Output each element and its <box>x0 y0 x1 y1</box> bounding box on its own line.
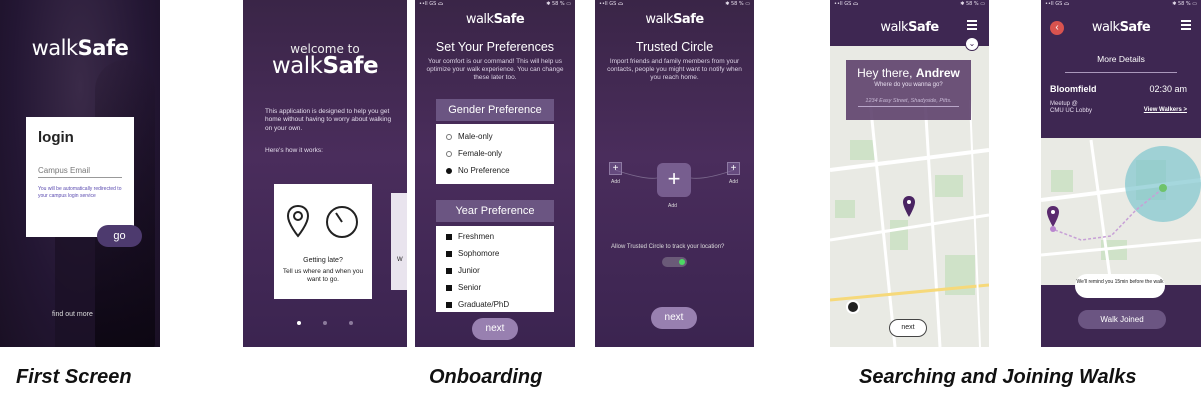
menu-icon[interactable] <box>1181 20 1191 30</box>
details-panel: More Details Bloomfield 02:30 am Meetup … <box>1041 46 1201 138</box>
reminder-tooltip: We'll remind you 15min before the walk <box>1075 274 1165 298</box>
page-dot-active[interactable] <box>297 321 301 325</box>
destination-name: Bloomfield <box>1050 84 1097 94</box>
gender-options: Male-only Female-only No Preference <box>436 124 554 184</box>
status-bar: ••ll GS ᯅ ✱ 58 % ▭ <box>599 1 750 7</box>
app-logo: walkSafe <box>880 20 939 35</box>
location-pin-icon <box>286 204 310 238</box>
checkbox[interactable] <box>446 284 452 291</box>
view-walkers-link[interactable]: View Walkers > <box>1144 107 1187 113</box>
next-button[interactable]: next <box>472 318 518 340</box>
gender-option[interactable]: Female-only <box>446 145 544 162</box>
login-card: login Campus Email You will be automatic… <box>26 117 134 237</box>
year-option[interactable]: Freshmen <box>446 228 544 245</box>
meetup-info: Meetup @ CMU UC Lobby <box>1050 101 1093 115</box>
radio-button[interactable] <box>446 133 452 140</box>
onboarding-card[interactable]: Getting late? Tell us where and when you… <box>274 184 372 299</box>
gender-option[interactable]: Male-only <box>446 128 544 145</box>
status-bar: ••ll GS ᯅ ✱ 58 % ▭ <box>419 1 571 7</box>
map-pin-icon[interactable] <box>1047 206 1059 232</box>
year-option[interactable]: Senior <box>446 279 544 296</box>
page-subtitle: Your comfort is our command! This will h… <box>426 58 564 82</box>
greeting: Hey there, Andrew <box>857 66 960 80</box>
details-title: More Details <box>1097 54 1145 64</box>
gender-option[interactable]: No Preference <box>446 162 544 179</box>
chevron-down-icon[interactable]: ⌄ <box>965 37 979 51</box>
add-contact-small-icon[interactable]: + <box>609 162 622 175</box>
how-it-works-label: Here's how it works: <box>265 147 323 154</box>
app-logo: walkSafe <box>465 12 525 27</box>
toggle-knob <box>679 259 685 265</box>
trusted-circle-screen: ••ll GS ᯅ ✱ 58 % ▭ walkSafe Trusted Circl… <box>595 0 754 347</box>
radio-button-selected[interactable] <box>446 167 452 174</box>
app-logo: walkSafe <box>645 12 704 27</box>
welcome-screen: welcome to walkSafe This application is … <box>243 0 407 347</box>
page-title: Trusted Circle <box>635 40 714 54</box>
find-out-more-link[interactable]: find out more <box>52 311 93 318</box>
walk-time: 02:30 am <box>1149 84 1187 94</box>
page-title: Set Your Preferences <box>435 40 555 54</box>
go-button[interactable]: go <box>97 225 142 247</box>
status-bar: ••ll GS ᯅ ✱ 58 % ▭ <box>1045 1 1197 7</box>
caption-onboarding: Onboarding <box>429 366 543 388</box>
year-preference-header: Year Preference <box>436 200 554 222</box>
year-options: Freshmen Sophomore Junior Senior Graduat… <box>436 226 554 312</box>
page-subtitle: Import friends and family members from y… <box>607 58 742 82</box>
year-option[interactable]: Junior <box>446 262 544 279</box>
card-title: Getting late? <box>303 257 343 264</box>
map[interactable] <box>830 0 989 347</box>
login-note: You will be automatically redirected to … <box>38 186 122 199</box>
checkbox[interactable] <box>446 233 452 240</box>
add-contact-small-icon[interactable]: + <box>727 162 740 175</box>
radio-button[interactable] <box>446 150 452 157</box>
menu-icon[interactable] <box>967 20 977 30</box>
status-bar: ••ll GS ᯅ ✱ 58 % ▭ <box>834 1 985 7</box>
preferences-screen: ••ll GS ᯅ ✱ 58 % ▭ walkSafe Set Your Pref… <box>415 0 575 347</box>
login-screen: walkSafe login Campus Email You will be … <box>0 0 160 347</box>
app-logo: walkSafe <box>1091 20 1151 35</box>
caption-searching: Searching and Joining Walks <box>859 366 1137 388</box>
checkbox[interactable] <box>446 301 452 308</box>
checkbox[interactable] <box>446 267 452 274</box>
destination-input[interactable]: 1234 Easy Street, Shadyside, Pitts. <box>858 98 959 107</box>
app-logo: walkSafe <box>31 36 129 60</box>
login-title: login <box>38 129 74 146</box>
page-indicator[interactable] <box>243 321 407 325</box>
walk-joined-button[interactable]: Walk Joined <box>1078 310 1166 329</box>
greeting-panel: Hey there, Andrew Where do you wanna go?… <box>846 60 971 120</box>
gender-preference-header: Gender Preference <box>436 99 554 121</box>
map-pin-icon[interactable] <box>903 196 915 218</box>
year-option[interactable]: Graduate/PhD <box>446 296 544 313</box>
caption-first-screen: First Screen <box>16 366 132 388</box>
walk-details-screen: ••ll GS ᯅ ✱ 58 % ▭ ‹ walkSafe More Detail… <box>1041 0 1201 347</box>
tracking-toggle[interactable] <box>662 257 687 267</box>
app-logo: walkSafe <box>271 53 379 79</box>
page-dot[interactable] <box>349 321 353 325</box>
next-button[interactable]: next <box>889 319 927 337</box>
card-text: Tell us where and when you want to go. <box>282 268 364 283</box>
destination-question: Where do you wanna go? <box>874 82 943 88</box>
next-button[interactable]: next <box>651 307 697 329</box>
campus-email-input[interactable]: Campus Email <box>38 166 122 178</box>
divider <box>1065 72 1177 73</box>
page-dot[interactable] <box>323 321 327 325</box>
next-card-peek[interactable]: W <box>391 193 407 290</box>
clock-icon <box>326 206 358 238</box>
allow-tracking-label: Allow Trusted Circle to track your locat… <box>611 244 725 250</box>
add-label: Add <box>729 179 738 185</box>
add-label: Add <box>611 179 620 185</box>
add-contact-icon[interactable]: + <box>657 163 691 197</box>
checkbox[interactable] <box>446 250 452 257</box>
welcome-description: This application is designed to help you… <box>265 108 392 132</box>
search-walk-screen: ••ll GS ᯅ ✱ 58 % ▭ walkSafe ⌄ Hey there, … <box>830 0 989 347</box>
add-label: Add <box>668 203 677 209</box>
year-option[interactable]: Sophomore <box>446 245 544 262</box>
user-location-icon <box>846 300 860 314</box>
